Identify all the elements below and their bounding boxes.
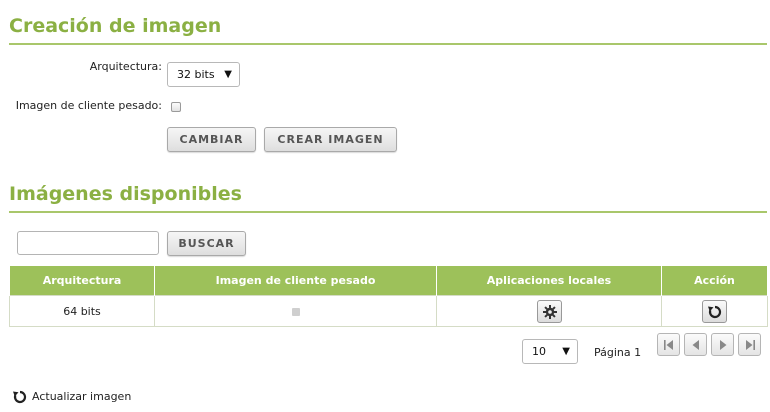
previous-page-button[interactable] <box>684 333 707 356</box>
last-page-icon <box>746 340 755 350</box>
creation-section-title: Creación de imagen <box>9 15 767 45</box>
search-input[interactable] <box>17 231 159 255</box>
dropdown-arrow-icon: ▼ <box>562 346 570 357</box>
table-header-row: Arquitectura Imagen de cliente pesado Ap… <box>9 265 768 296</box>
first-page-icon <box>664 340 673 350</box>
cell-heavy-client <box>154 295 437 327</box>
architecture-select[interactable]: 32 bits ▼ <box>167 62 240 87</box>
dropdown-arrow-icon: ▼ <box>224 69 232 80</box>
heavy-client-label: Imagen de cliente pesado: <box>15 99 162 112</box>
heavy-client-checkbox[interactable] <box>171 102 181 112</box>
available-images-title: Imágenes disponibles <box>9 183 767 213</box>
column-header-architecture[interactable]: Arquitectura <box>9 265 155 296</box>
previous-page-icon <box>692 340 699 350</box>
refresh-image-label: Actualizar imagen <box>32 390 132 403</box>
last-page-button[interactable] <box>738 333 761 356</box>
heavy-client-indicator <box>291 307 300 316</box>
column-header-local-apps[interactable]: Aplicaciones locales <box>436 265 662 296</box>
first-page-button[interactable] <box>657 333 680 356</box>
page-size-value: 10 <box>532 345 546 358</box>
column-header-action[interactable]: Acción <box>661 265 768 296</box>
architecture-label: Arquitectura: <box>89 60 162 73</box>
cell-action <box>661 295 768 327</box>
table-row: 64 bits <box>9 295 768 327</box>
cell-architecture: 64 bits <box>9 295 155 327</box>
cell-local-apps <box>436 295 662 327</box>
next-page-icon <box>720 340 727 350</box>
page-size-select[interactable]: 10 ▼ <box>522 339 578 364</box>
change-button[interactable]: CAMBIAR <box>167 127 256 152</box>
page-indicator: Página 1 <box>594 346 642 359</box>
refresh-image-button[interactable] <box>702 299 727 323</box>
create-image-button[interactable]: CREAR IMAGEN <box>264 127 397 152</box>
search-button[interactable]: BUSCAR <box>167 231 246 256</box>
architecture-select-value: 32 bits <box>177 68 215 81</box>
local-apps-button[interactable] <box>536 299 562 323</box>
next-page-button[interactable] <box>711 333 734 356</box>
refresh-icon <box>708 305 722 318</box>
column-header-heavy-client[interactable]: Imagen de cliente pesado <box>154 265 437 296</box>
images-table: Arquitectura Imagen de cliente pesado Ap… <box>9 265 768 327</box>
refresh-icon <box>13 390 27 404</box>
gear-icon <box>542 304 557 319</box>
